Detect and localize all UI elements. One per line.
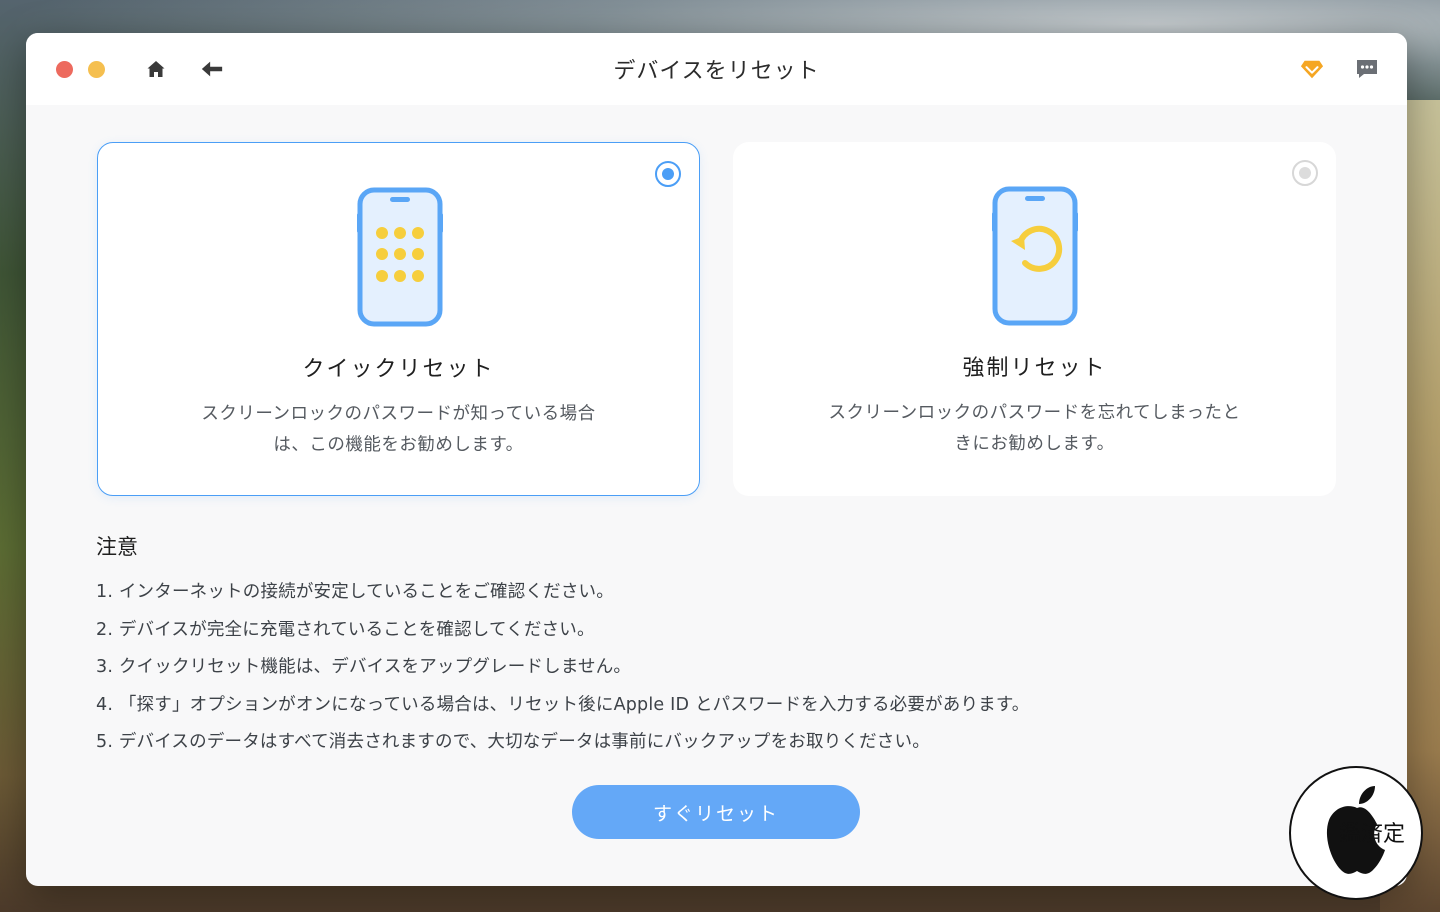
note-item: 3. クイックリセット機能は、デバイスをアップグレードしません。 — [96, 657, 632, 677]
force-reset-title: 強制リセット — [962, 356, 1107, 381]
quick-reset-description: スクリーンロックのパスワードが知っている場合 は、この機能をお勧めします。 — [168, 399, 629, 461]
notes-list: 1. インターネットの接続が安定していることをご確認ください。 2. デバイスが… — [96, 578, 1030, 766]
force-reset-description: スクリーンロックのパスワードを忘れてしまったと きにお勧めします。 — [803, 398, 1266, 460]
force-reset-description-line1: スクリーンロックのパスワードを忘れてしまったと — [828, 403, 1241, 423]
notes-title: 注意 — [96, 535, 138, 559]
quick-reset-description-line2: は、この機能をお勧めします。 — [273, 435, 524, 455]
note-item: 2. デバイスが完全に充電されていることを確認してください。 — [96, 619, 595, 640]
diamond-icon[interactable] — [1300, 57, 1324, 81]
quick-reset-title: クイックリセット — [302, 357, 495, 382]
note-item: 4. 「探す」オプションがオンになっている場合は、リセット後にApple ID … — [96, 694, 1030, 715]
quick-reset-card[interactable]: クイックリセット スクリーンロックのパスワードが知っている場合 は、この機能をお… — [97, 142, 700, 496]
watermark-badge: 鑑済定 — [1289, 766, 1423, 900]
watermark-text: 鑑済定 — [1339, 822, 1406, 847]
force-reset-card[interactable]: 強制リセット スクリーンロックのパスワードを忘れてしまったと きにお勧めします。 — [733, 142, 1336, 496]
force-reset-radio[interactable] — [1292, 160, 1318, 186]
force-reset-description-line2: きにお勧めします。 — [954, 434, 1115, 454]
title-bar: デバイスをリセット — [26, 33, 1407, 105]
note-item: 1. インターネットの接続が安定していることをご確認ください。 — [96, 582, 614, 602]
quick-reset-radio[interactable] — [655, 161, 681, 187]
phone-keypad-icon — [354, 187, 446, 331]
note-item: 5. デバイスのデータはすべて消去されますので、大切なデータは事前にバックアップ… — [96, 732, 930, 752]
chat-bubble-icon[interactable] — [1355, 57, 1379, 81]
quick-reset-description-line1: スクリーンロックのパスワードが知っている場合 — [201, 404, 596, 424]
window-title: デバイスをリセット — [613, 59, 820, 84]
app-window: デバイスをリセット クイックリセット スクリーンロックのパスワードが知っている場… — [26, 33, 1407, 886]
reset-now-button[interactable]: すぐリセット — [572, 785, 860, 839]
phone-reset-icon — [989, 186, 1081, 330]
